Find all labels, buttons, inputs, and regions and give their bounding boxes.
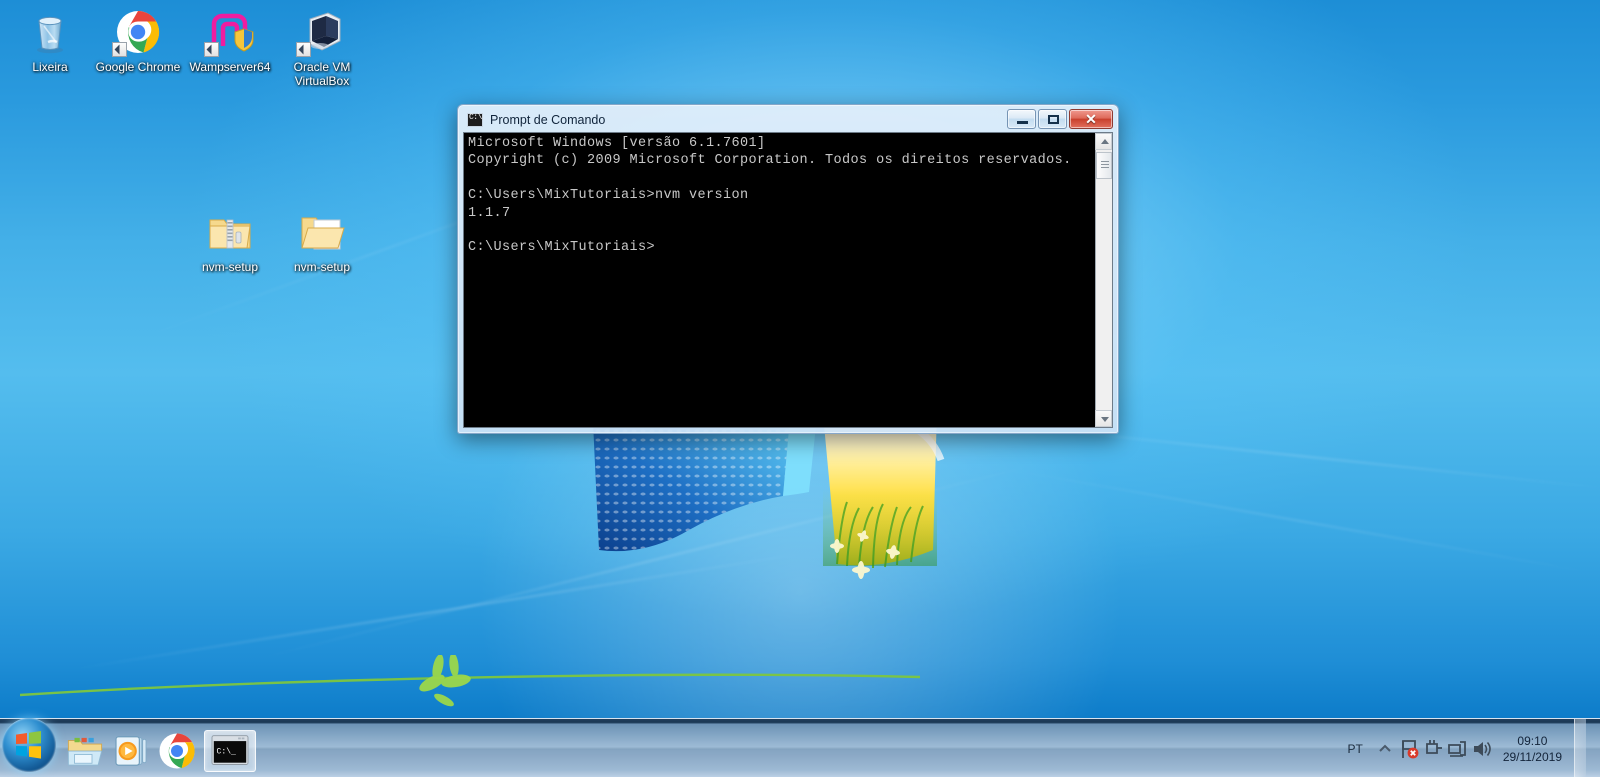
svg-text:C:\_: C:\_ (217, 748, 237, 757)
close-icon: ✕ (1085, 111, 1097, 127)
desktop-icon-recycle-bin[interactable]: Lixeira (4, 8, 96, 74)
window-title-bar[interactable]: Prompt de Comando ✕ (460, 107, 1116, 132)
clock-date: 29/11/2019 (1502, 749, 1562, 764)
desktop-icon-label: nvm-setup (293, 260, 351, 274)
network-icon[interactable] (1445, 736, 1469, 762)
start-button[interactable] (2, 718, 56, 772)
desktop-icon-label: nvm-setup (201, 260, 259, 274)
minimize-button[interactable] (1007, 109, 1036, 129)
desktop-icon-label: Google Chrome (95, 60, 181, 74)
console-icon: C:\_ (211, 735, 249, 765)
shortcut-arrow-icon (112, 42, 127, 57)
taskbar-button-windows-media-player[interactable] (108, 730, 154, 772)
system-tray[interactable]: PT 09:10 29/11/2019 (1337, 719, 1600, 777)
desktop-icon-wampserver64[interactable]: Wampserver64 (184, 8, 276, 74)
desktop-icon-nvm-setup-folder[interactable]: nvm-setup (276, 208, 368, 274)
taskbar-button-command-prompt[interactable]: C:\_ (204, 730, 256, 772)
taskbar-button-google-chrome[interactable] (154, 730, 200, 772)
console-vertical-scrollbar[interactable] (1095, 133, 1112, 427)
windows-logo-wallpaper (593, 418, 945, 579)
taskbar-button-windows-explorer[interactable] (62, 730, 108, 772)
console-output[interactable]: Microsoft Windows [versão 6.1.7601] Copy… (464, 133, 1095, 427)
volume-icon[interactable] (1469, 736, 1493, 762)
windows-explorer-icon (67, 737, 103, 766)
virtualbox-icon (296, 8, 346, 57)
google-chrome-icon (112, 8, 162, 57)
tray-language-indicator[interactable]: PT (1337, 742, 1372, 756)
console-area[interactable]: Microsoft Windows [versão 6.1.7601] Copy… (463, 132, 1113, 428)
window-controls: ✕ (1007, 109, 1113, 129)
command-prompt-window[interactable]: Prompt de Comando ✕ Microsoft Windows [v… (457, 104, 1119, 434)
desktop-icon-label: Lixeira (32, 60, 68, 74)
show-desktop-button[interactable] (1574, 719, 1586, 777)
clock[interactable]: 09:10 29/11/2019 (1493, 733, 1574, 765)
scrollbar-thumb[interactable] (1096, 152, 1112, 179)
scroll-up-arrow-icon[interactable] (1095, 133, 1112, 150)
window-title: Prompt de Comando (490, 112, 606, 127)
windows-media-player-icon (115, 736, 147, 766)
scroll-down-arrow-icon[interactable] (1095, 410, 1112, 427)
clock-time: 09:10 (1517, 733, 1548, 748)
show-hidden-icons-button[interactable] (1373, 736, 1397, 762)
desktop-icon-oracle-vm-virtualbox[interactable]: Oracle VM VirtualBox (276, 8, 368, 88)
desktop-icon-label: Wampserver64 (189, 60, 271, 74)
google-chrome-icon (159, 733, 195, 769)
wallpaper-stem-decoration (20, 655, 920, 707)
desktop-icon-label: Oracle VM VirtualBox (293, 60, 351, 88)
shortcut-arrow-icon (204, 42, 219, 57)
desktop-icon-google-chrome[interactable]: Google Chrome (92, 8, 184, 74)
shortcut-arrow-icon (296, 42, 311, 57)
console-icon (467, 112, 483, 127)
taskbar[interactable]: C:\_ PT 09:10 29/11/2019 (0, 718, 1600, 777)
close-button[interactable]: ✕ (1069, 109, 1113, 129)
open-folder-icon (298, 208, 346, 256)
zipped-folder-icon (206, 208, 254, 256)
power-plug-icon[interactable] (1421, 736, 1445, 762)
desktop-icon-nvm-setup-zip[interactable]: nvm-setup (184, 208, 276, 274)
recycle-bin-icon (26, 8, 74, 56)
maximize-button[interactable] (1038, 109, 1067, 129)
wampserver64-icon (204, 8, 254, 57)
action-center-flag-icon[interactable] (1397, 736, 1421, 762)
